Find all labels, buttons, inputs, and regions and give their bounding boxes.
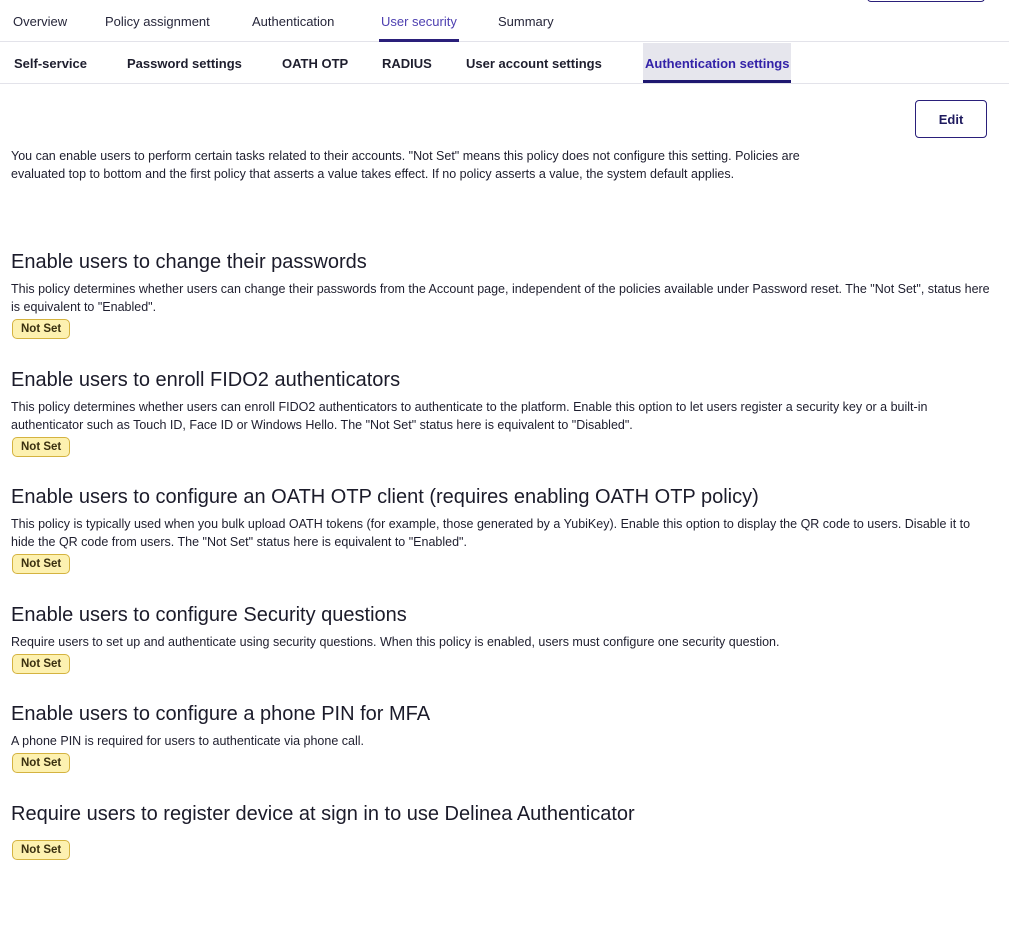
- subtab-authentication-settings[interactable]: Authentication settings: [643, 43, 792, 83]
- subtab-oath-otp[interactable]: OATH OTP: [282, 43, 348, 83]
- setting-oath-otp-client: Enable users to configure an OATH OTP cl…: [11, 484, 996, 574]
- tab-user-security[interactable]: User security: [379, 0, 459, 42]
- setting-phone-pin: Enable users to configure a phone PIN fo…: [11, 701, 996, 773]
- setting-enroll-fido2: Enable users to enroll FIDO2 authenticat…: [11, 367, 996, 457]
- setting-change-passwords: Enable users to change their passwords T…: [11, 249, 996, 339]
- setting-register-device: Require users to register device at sign…: [11, 801, 996, 860]
- setting-title: Enable users to configure Security quest…: [11, 604, 407, 626]
- setting-description: A phone PIN is required for users to aut…: [11, 734, 364, 748]
- status-badge: Not Set: [12, 753, 71, 773]
- subtab-radius[interactable]: RADIUS: [382, 43, 432, 83]
- status-badge: Not Set: [12, 319, 71, 339]
- header-action-button[interactable]: [867, 0, 985, 2]
- setting-security-questions: Enable users to configure Security quest…: [11, 602, 996, 674]
- setting-title: Enable users to change their passwords: [11, 251, 367, 273]
- edit-button[interactable]: Edit: [915, 100, 987, 138]
- setting-title: Enable users to configure a phone PIN fo…: [11, 703, 431, 725]
- setting-title: Enable users to configure an OATH OTP cl…: [11, 486, 759, 508]
- status-badge: Not Set: [12, 840, 71, 860]
- setting-description: This policy determines whether users can…: [11, 400, 928, 432]
- subtab-password-settings[interactable]: Password settings: [127, 43, 242, 83]
- tab-policy-assignment[interactable]: Policy assignment: [105, 0, 210, 42]
- tab-authentication[interactable]: Authentication: [252, 0, 334, 42]
- setting-description: This policy determines whether users can…: [11, 282, 990, 314]
- status-badge: Not Set: [12, 437, 71, 457]
- tab-summary[interactable]: Summary: [498, 0, 554, 42]
- setting-title: Require users to register device at sign…: [11, 803, 635, 825]
- tab-overview[interactable]: Overview: [13, 0, 67, 42]
- setting-description: This policy is typically used when you b…: [11, 517, 971, 549]
- status-badge: Not Set: [12, 554, 71, 574]
- secondary-tab-bar: Self-service Password settings OATH OTP …: [0, 43, 1009, 84]
- intro-text: You can enable users to perform certain …: [11, 149, 800, 181]
- subtab-user-account-settings[interactable]: User account settings: [466, 43, 602, 83]
- status-badge: Not Set: [12, 654, 71, 674]
- primary-tab-bar: Overview Policy assignment Authenticatio…: [0, 0, 1009, 42]
- setting-description: Require users to set up and authenticate…: [11, 635, 780, 649]
- setting-title: Enable users to enroll FIDO2 authenticat…: [11, 369, 401, 391]
- subtab-self-service[interactable]: Self-service: [14, 43, 87, 83]
